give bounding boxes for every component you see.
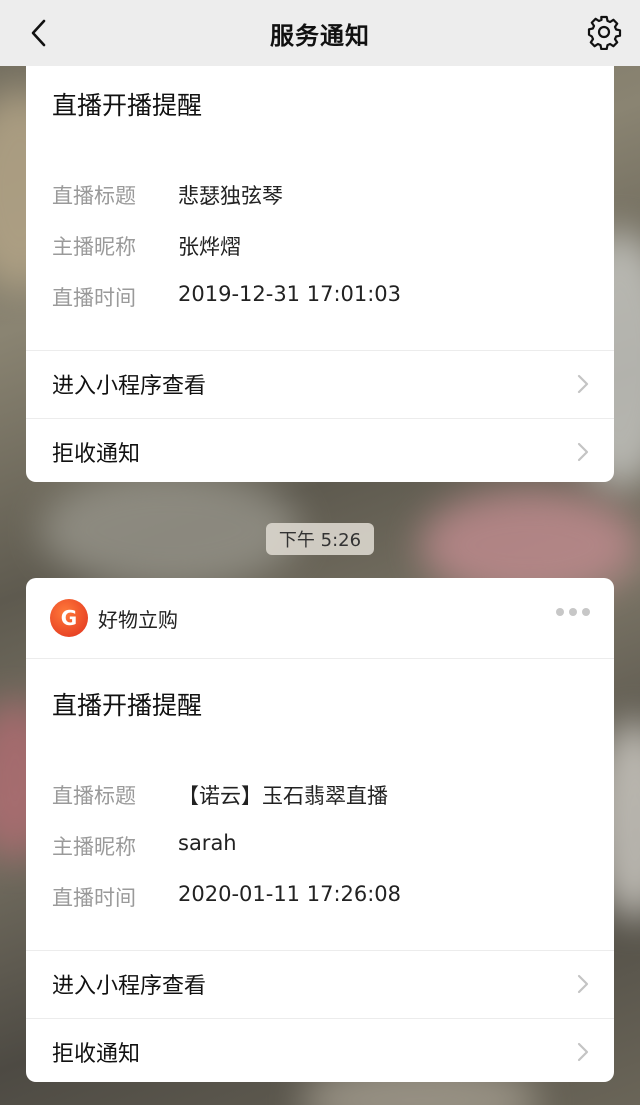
chevron-right-icon — [577, 974, 589, 994]
reject-notification-button[interactable]: 拒收通知 — [26, 1018, 614, 1082]
field-label: 主播昵称 — [52, 235, 136, 259]
chevron-right-icon — [577, 374, 589, 394]
chevron-left-icon[interactable] — [24, 17, 56, 49]
action-label: 进入小程序查看 — [52, 374, 207, 399]
app-logo-icon[interactable]: G — [50, 599, 88, 637]
gear-icon[interactable] — [586, 14, 622, 50]
notification-card: 直播开播提醒 直播标题 悲瑟独弦琴 主播昵称 张烨熠 直播时间 2019-12-… — [26, 56, 614, 482]
field-label: 直播时间 — [52, 286, 136, 310]
field-row: 直播标题 【诺云】玉石翡翠直播 — [52, 780, 614, 831]
field-label: 直播标题 — [52, 184, 136, 208]
field-value: 【诺云】玉石翡翠直播 — [178, 784, 388, 808]
action-label: 进入小程序查看 — [52, 974, 207, 999]
navigation-bar: 服务通知 — [0, 0, 640, 66]
field-value: 张烨熠 — [178, 235, 241, 259]
chevron-right-icon — [577, 1042, 589, 1062]
field-row: 直播标题 悲瑟独弦琴 — [52, 180, 614, 231]
open-mini-program-button[interactable]: 进入小程序查看 — [26, 950, 614, 1017]
field-row: 直播时间 2019-12-31 17:01:03 — [52, 282, 614, 333]
app-name[interactable]: 好物立购 — [98, 604, 178, 633]
field-list: 直播标题 【诺云】玉石翡翠直播 主播昵称 sarah 直播时间 2020-01-… — [26, 780, 614, 933]
action-label: 拒收通知 — [52, 1042, 141, 1067]
field-value: sarah — [178, 831, 237, 855]
field-row: 主播昵称 sarah — [52, 831, 614, 882]
field-label: 直播时间 — [52, 886, 136, 910]
field-row: 直播时间 2020-01-11 17:26:08 — [52, 882, 614, 933]
notification-card: G 好物立购 直播开播提醒 直播标题 【诺云】玉石翡翠直播 主播昵称 sarah… — [26, 578, 614, 1082]
open-mini-program-button[interactable]: 进入小程序查看 — [26, 350, 614, 417]
card-title: 直播开播提醒 — [52, 691, 203, 720]
page-title: 服务通知 — [270, 21, 370, 50]
field-list: 直播标题 悲瑟独弦琴 主播昵称 张烨熠 直播时间 2019-12-31 17:0… — [26, 180, 614, 333]
field-value: 2019-12-31 17:01:03 — [178, 282, 402, 306]
reject-notification-button[interactable]: 拒收通知 — [26, 418, 614, 482]
chevron-right-icon — [577, 442, 589, 462]
more-options-icon[interactable] — [556, 608, 590, 616]
timestamp-divider: 下午 5:26 — [266, 523, 374, 555]
field-label: 直播标题 — [52, 784, 136, 808]
action-label: 拒收通知 — [52, 442, 141, 467]
field-value: 2020-01-11 17:26:08 — [178, 882, 402, 906]
field-value: 悲瑟独弦琴 — [178, 184, 283, 208]
field-row: 主播昵称 张烨熠 — [52, 231, 614, 282]
field-label: 主播昵称 — [52, 835, 136, 859]
card-header: G 好物立购 — [26, 578, 614, 659]
